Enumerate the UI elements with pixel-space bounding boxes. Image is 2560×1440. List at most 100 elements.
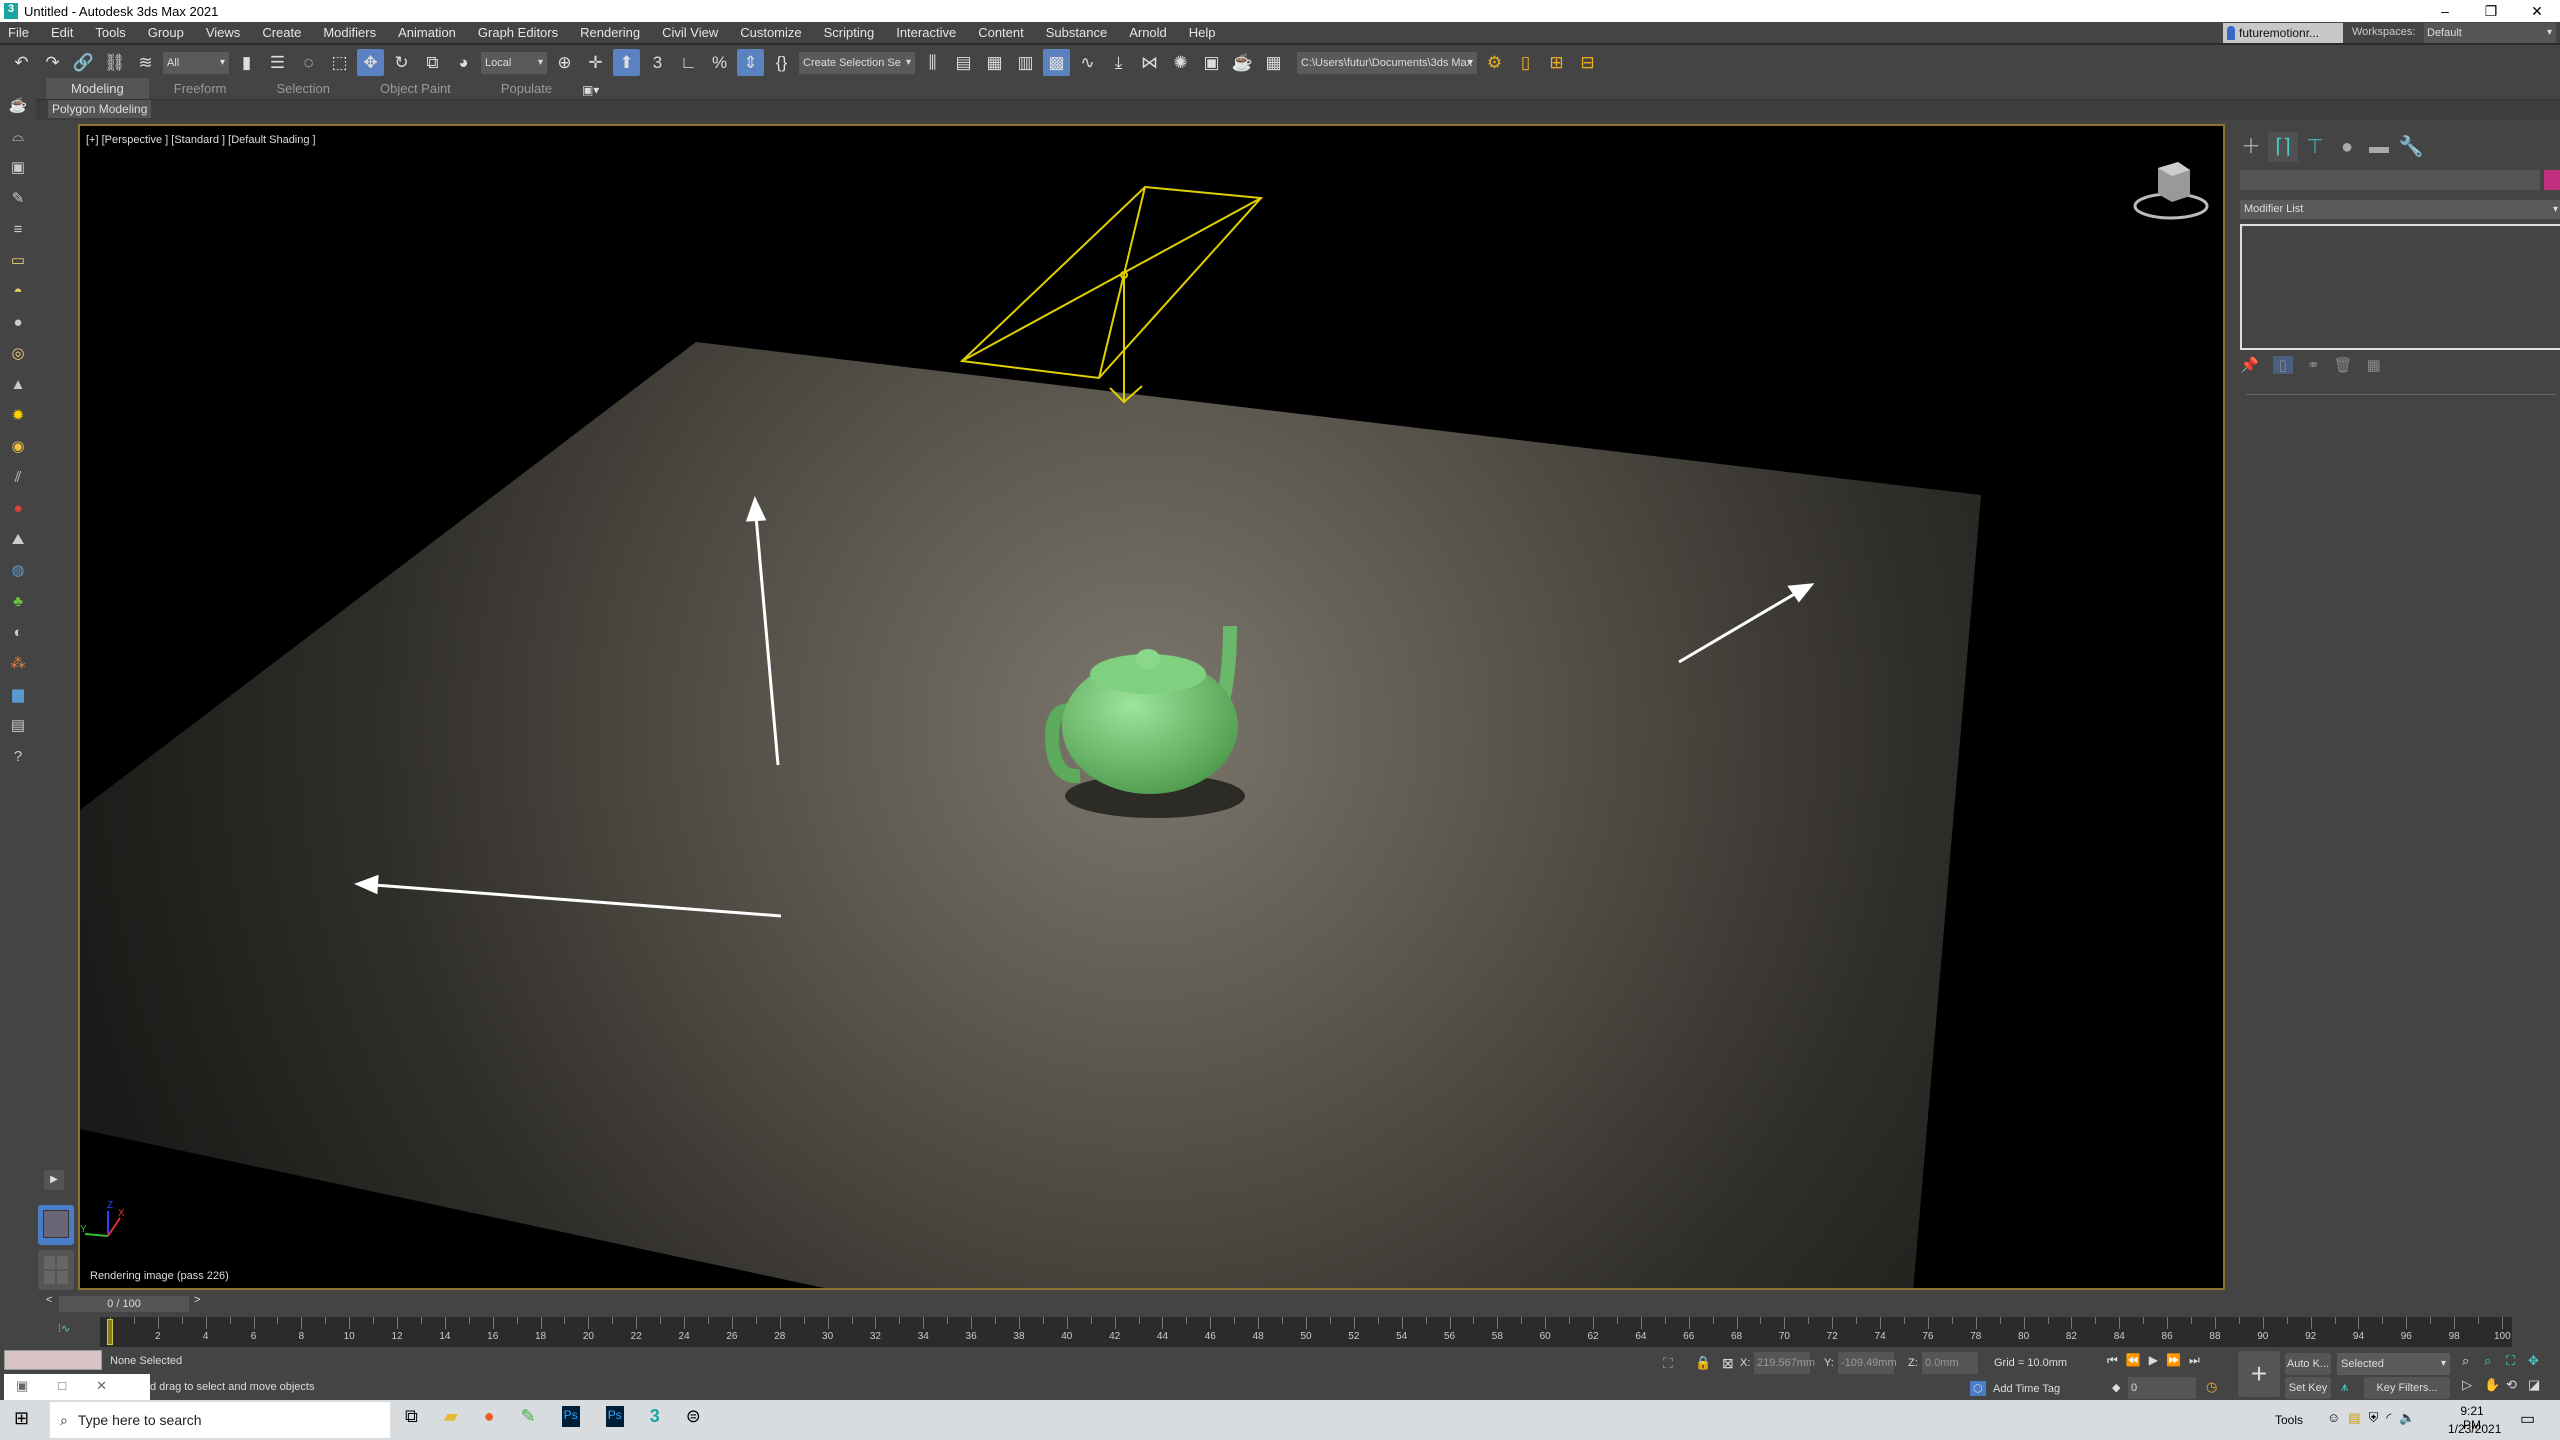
time-slider-handle[interactable]: 0 / 100 (59, 1296, 189, 1312)
schematic-view-icon[interactable]: ⋈ (1136, 49, 1163, 76)
user-account-dropdown[interactable]: futuremotionr... (2223, 23, 2343, 43)
select-move-icon[interactable]: ✥ (357, 49, 384, 76)
close-button[interactable]: ✕ (2514, 0, 2560, 22)
curve-editor-icon[interactable]: ∿ (1074, 49, 1101, 76)
discord-tray-icon[interactable]: ☺ (2327, 1410, 2340, 1426)
isolate-selection-icon[interactable]: ⛶ (1663, 1355, 1673, 1372)
z-coordinate-field[interactable]: 0.0mm (1922, 1352, 1978, 1374)
minimize-button[interactable]: – (2422, 0, 2468, 22)
viewport-label-menu[interactable]: [+] [Perspective ] [Standard ] [Default … (86, 134, 316, 146)
time-configuration-icon[interactable]: ◷ (2206, 1379, 2217, 1395)
redo-icon[interactable]: ↷ (39, 49, 66, 76)
viewcube[interactable] (2133, 162, 2209, 220)
manipulate-icon[interactable]: ✛ (582, 49, 609, 76)
wifi-icon[interactable]: ◜ (2386, 1410, 2391, 1426)
display-tab-icon[interactable]: ▬ (2364, 132, 2394, 162)
photoshop-icon[interactable]: Ps (605, 1406, 624, 1427)
previous-frame-icon[interactable]: ⏪ (2126, 1353, 2141, 1368)
link-icon[interactable]: 🔗 (70, 49, 97, 76)
volume-icon[interactable]: 🔈 (2399, 1410, 2415, 1426)
menu-group[interactable]: Group (137, 25, 195, 40)
pivot-center-icon[interactable]: ⊕ (551, 49, 578, 76)
select-by-name-icon[interactable]: ☰ (264, 49, 291, 76)
particle-icon[interactable]: ● (7, 497, 29, 521)
modifier-list-dropdown[interactable]: Modifier List (2240, 200, 2560, 219)
menu-rendering[interactable]: Rendering (569, 25, 651, 40)
notifications-icon[interactable]: ▭ (2520, 1409, 2535, 1429)
align-icon[interactable]: ▤ (950, 49, 977, 76)
select-object-icon[interactable]: ▮ (233, 49, 260, 76)
select-scale-icon[interactable]: ⧉ (419, 49, 446, 76)
sphere-material-icon[interactable]: ◐ (7, 621, 29, 645)
motion-tab-icon[interactable]: ● (2332, 132, 2362, 162)
key-filters-button[interactable]: Key Filters... (2364, 1377, 2450, 1399)
selection-lock-icon[interactable]: 🔒 (1695, 1355, 1711, 1371)
maximize-viewport-icon[interactable]: ◪ (2528, 1377, 2550, 1393)
workspace-dropdown[interactable]: Default (2424, 23, 2556, 43)
select-rotate-icon[interactable]: ↻ (388, 49, 415, 76)
menu-file[interactable]: File (0, 25, 40, 40)
spotlight-gizmo[interactable] (959, 185, 1264, 404)
help-icon[interactable]: ? (7, 745, 29, 769)
firefox-icon[interactable]: ● (484, 1406, 495, 1427)
zoom-all-icon[interactable]: ⌕ (2484, 1353, 2506, 1369)
project-folder-dropdown[interactable]: C:\Users\futur\Documents\3ds Max 2021 (1297, 51, 1477, 91)
render-production-icon[interactable]: ▦ (1260, 49, 1287, 76)
create-project-icon[interactable]: ⊞ (1543, 49, 1570, 76)
menu-views[interactable]: Views (195, 25, 251, 40)
key-mode-toggle-icon[interactable]: ◆ (2112, 1381, 2120, 1394)
menu-edit[interactable]: Edit (40, 25, 84, 40)
render-frame-window-icon[interactable]: ☕ (1229, 49, 1256, 76)
biped-icon[interactable]: ⛰ (7, 528, 29, 552)
sphere-icon[interactable]: ● (7, 311, 29, 335)
notepad-icon[interactable]: ✎ (521, 1406, 536, 1427)
restore-button[interactable]: ❐ (2468, 0, 2514, 22)
angle-snap-icon[interactable]: ∟ (675, 49, 702, 76)
script-icon[interactable]: ▤ (7, 714, 29, 738)
current-frame-marker[interactable] (107, 1319, 113, 1345)
absolute-mode-icon[interactable]: ⊠ (1722, 1355, 1734, 1372)
spinner-snap-icon[interactable]: ⇕ (737, 49, 764, 76)
pan-icon[interactable]: ✋ (2484, 1377, 2506, 1393)
render-setup-icon[interactable]: ▣ (1198, 49, 1225, 76)
scene-explorer-icon[interactable]: ▦ (981, 49, 1008, 76)
close-icon[interactable]: ✕ (96, 1378, 107, 1396)
taskbar-search[interactable]: ⌕ Type here to search (50, 1402, 390, 1438)
3ds-max-taskbar-icon[interactable]: 3 (650, 1406, 660, 1427)
box-icon[interactable]: ▭ (7, 249, 29, 273)
zoom-extents-icon[interactable]: ⛶ (2506, 1353, 2528, 1369)
ribbon-options-icon[interactable]: ▣▾ (577, 81, 604, 99)
menu-tools[interactable]: Tools (84, 25, 136, 40)
menu-customize[interactable]: Customize (729, 25, 812, 40)
light-icon[interactable]: ✹ (7, 404, 29, 428)
windows-start-icon[interactable]: ⊞ (14, 1408, 29, 1429)
key-mode-dropdown[interactable]: Selected (2337, 1353, 2450, 1375)
maxscript-listener-field[interactable] (4, 1350, 102, 1370)
camera-icon[interactable]: ◉ (7, 435, 29, 459)
app-circle-icon[interactable]: ⊜ (686, 1406, 701, 1427)
edit-named-selection-icon[interactable]: {} (768, 49, 795, 76)
zoom-icon[interactable]: ⌕ (2462, 1353, 2484, 1369)
reference-coordinate-dropdown[interactable]: Local (481, 51, 547, 74)
ribbon-tab-object-paint[interactable]: Object Paint (355, 78, 476, 99)
unlink-icon[interactable]: ⛓ (101, 49, 128, 76)
ribbon-tab-selection[interactable]: Selection (252, 78, 355, 99)
menu-create[interactable]: Create (251, 25, 312, 40)
go-to-start-icon[interactable]: ⏮ (2107, 1353, 2118, 1368)
x-coordinate-field[interactable]: 219.567mm (1754, 1352, 1815, 1374)
object-name-field[interactable] (2240, 170, 2540, 190)
default-tangents-icon[interactable]: ⩚ (2341, 1379, 2348, 1395)
menu-help[interactable]: Help (1178, 25, 1227, 40)
time-slider[interactable]: 0 / 100 < > (36, 1290, 2560, 1312)
auto-key-button[interactable]: Auto K... (2285, 1353, 2331, 1375)
menu-civil-view[interactable]: Civil View (651, 25, 729, 40)
menu-modifiers[interactable]: Modifiers (312, 25, 387, 40)
dome-icon[interactable]: ◓ (7, 280, 29, 304)
expand-layouts-button[interactable]: ▶ (44, 1170, 64, 1190)
menu-arnold[interactable]: Arnold (1118, 25, 1178, 40)
create-tab-icon[interactable]: ＋ (2236, 132, 2266, 162)
dope-sheet-icon[interactable]: ⤓ (1105, 49, 1132, 76)
menu-graph-editors[interactable]: Graph Editors (467, 25, 569, 40)
toggle-ribbon-icon[interactable]: ▩ (1043, 49, 1070, 76)
file-explorer-icon[interactable]: ▰ (444, 1406, 458, 1427)
